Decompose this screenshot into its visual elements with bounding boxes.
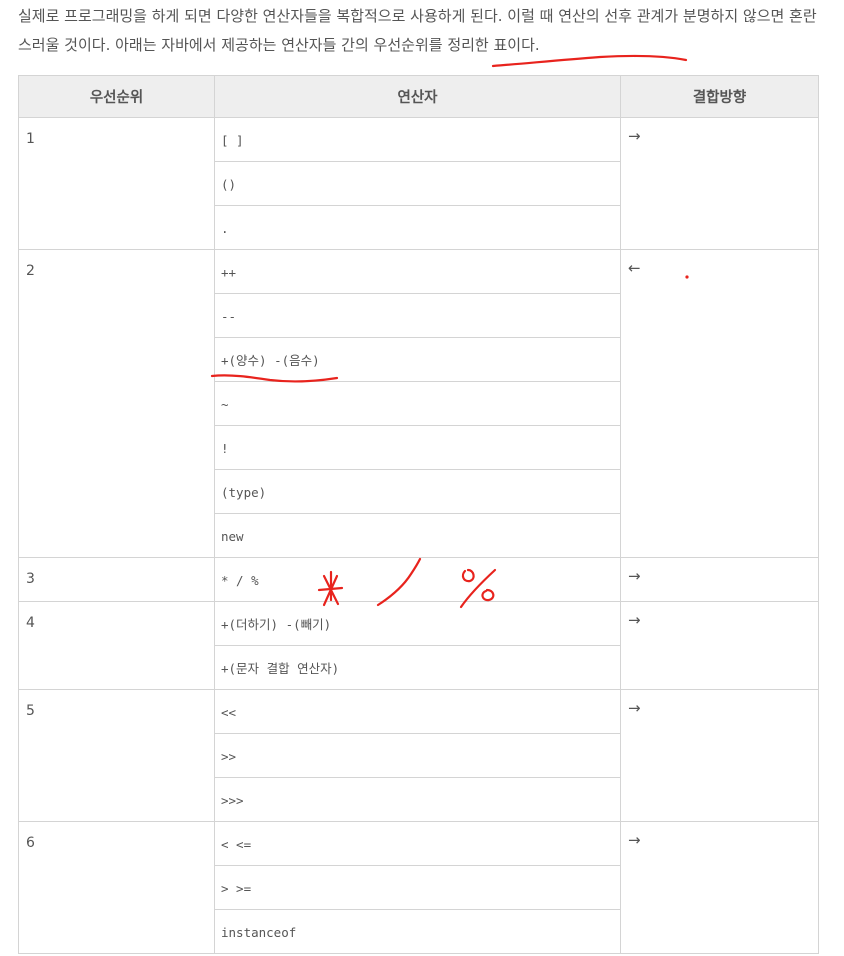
rank-cell: 3 [18,557,215,602]
operator-item: ++ [221,265,237,280]
operator-cell: ++ -- +(양수) -(음수) ~ ! (type) new [214,249,621,558]
operator-item: >> [215,733,620,777]
direction-cell: → [620,557,819,602]
operator-cell: [ ] () . [214,117,621,250]
operator-item: instanceof [215,909,620,953]
rank-cell: 6 [18,821,215,954]
operator-item: +(양수) -(음수) [215,337,620,381]
table-row: 3 * / % → [18,557,819,602]
table-row: 1 [ ] () . → [18,117,819,250]
operator-item: +(더하기) -(빼기) [221,617,332,632]
operator-item: [ ] [221,133,244,148]
direction-cell: → [620,689,819,822]
operator-item: > >= [215,865,620,909]
operator-precedence-table: 우선순위 연산자 결합방향 1 [ ] () . → 2 ++ -- +(양수)… [18,75,819,954]
operator-cell: * / % [214,557,621,602]
operator-item: ! [215,425,620,469]
rank-cell: 2 [18,249,215,558]
operator-item: * / % [221,573,259,588]
table-header-row: 우선순위 연산자 결합방향 [18,75,819,118]
rank-cell: 1 [18,117,215,250]
operator-item: () [215,161,620,205]
direction-cell: ← [620,249,819,558]
operator-item: < <= [221,837,252,852]
rank-cell: 5 [18,689,215,822]
operator-item: -- [215,293,620,337]
operator-item: +(문자 결합 연산자) [215,645,620,689]
table-row: 4 +(더하기) -(빼기) +(문자 결합 연산자) → [18,601,819,690]
operator-item: . [215,205,620,249]
operator-item: new [215,513,620,557]
header-operator: 연산자 [214,75,621,118]
direction-cell: → [620,117,819,250]
table-row: 2 ++ -- +(양수) -(음수) ~ ! (type) new ← [18,249,819,558]
header-associativity: 결합방향 [620,75,819,118]
intro-paragraph: 실제로 프로그래밍을 하게 되면 다양한 연산자들을 복합적으로 사용하게 된다… [18,7,817,54]
operator-cell: +(더하기) -(빼기) +(문자 결합 연산자) [214,601,621,690]
rank-cell: 4 [18,601,215,690]
operator-cell: < <= > >= instanceof [214,821,621,954]
operator-cell: << >> >>> [214,689,621,822]
header-precedence: 우선순위 [18,75,215,118]
table-row: 6 < <= > >= instanceof → [18,821,819,954]
direction-cell: → [620,601,819,690]
direction-cell: → [620,821,819,954]
operator-item: << [221,705,237,720]
operator-item: ~ [215,381,620,425]
table-row: 5 << >> >>> → [18,689,819,822]
operator-item: >>> [215,777,620,821]
operator-item: (type) [215,469,620,513]
